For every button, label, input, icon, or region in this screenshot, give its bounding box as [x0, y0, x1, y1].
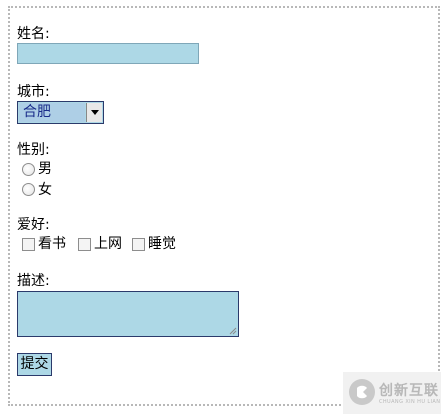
form-container — [8, 6, 440, 406]
submit-button[interactable]: 提交 — [17, 353, 52, 376]
gender-option-female: 女 — [38, 182, 52, 198]
gender-label: 性别: — [17, 142, 50, 158]
resize-grip-icon[interactable] — [228, 326, 237, 335]
city-label: 城市: — [17, 84, 50, 100]
city-selected-value: 合肥 — [19, 103, 85, 122]
hobby-option-sleeping: 睡觉 — [148, 236, 176, 252]
gender-option-male: 男 — [38, 161, 52, 177]
city-select[interactable]: 合肥 — [17, 101, 104, 124]
gender-radio-female[interactable] — [22, 183, 35, 196]
hobby-option-internet: 上网 — [94, 236, 122, 252]
hobby-checkbox-reading[interactable] — [22, 238, 35, 251]
hobby-label: 爱好: — [17, 217, 50, 233]
description-textarea[interactable] — [17, 291, 239, 337]
watermark-text: 创新互联 — [379, 383, 439, 399]
hobby-option-reading: 看书 — [38, 236, 66, 252]
logo-icon — [349, 379, 375, 405]
hobby-checkbox-internet[interactable] — [78, 238, 91, 251]
name-input[interactable] — [17, 43, 199, 64]
description-label: 描述: — [17, 273, 50, 289]
gender-radio-male[interactable] — [22, 163, 35, 176]
watermark-subtext: CHUANG XIN HU LIAN — [379, 399, 441, 405]
name-label: 姓名: — [17, 26, 50, 42]
chevron-down-icon[interactable] — [86, 103, 102, 122]
hobby-checkbox-sleeping[interactable] — [132, 238, 145, 251]
watermark-logo: 创新互联 CHUANG XIN HU LIAN — [343, 372, 441, 414]
